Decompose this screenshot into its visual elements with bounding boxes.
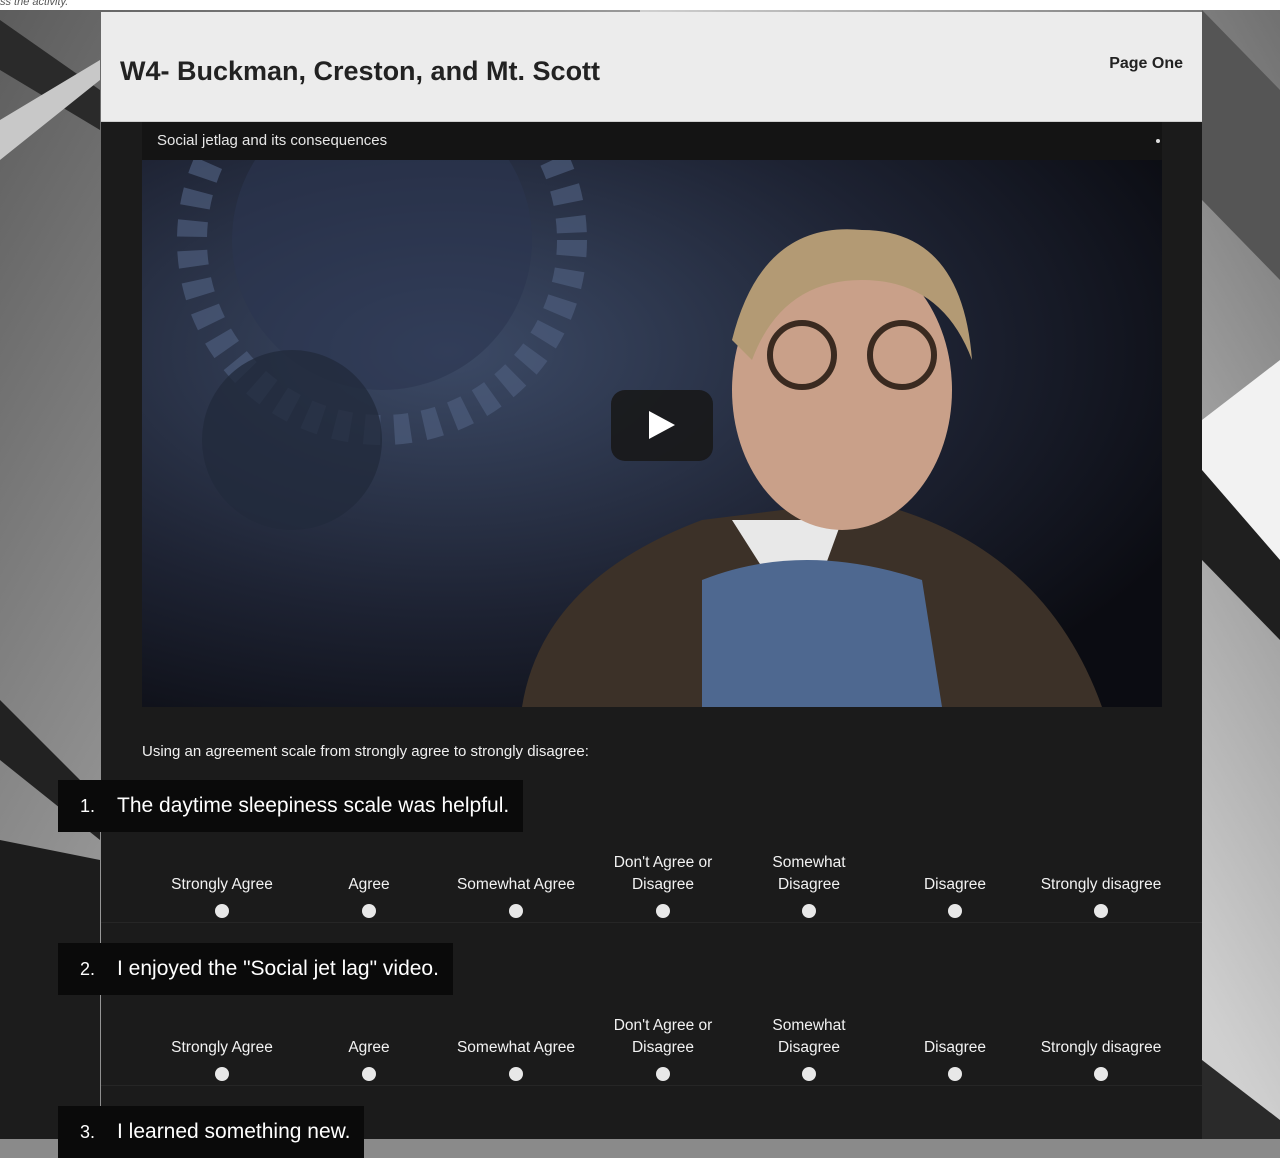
option-strongly-agree: Strongly Agree bbox=[152, 1005, 292, 1081]
option-label: Don't Agree or Disagree bbox=[613, 1017, 713, 1056]
option-somewhat-disagree: Somewhat Disagree bbox=[739, 842, 879, 918]
question-text: I learned something new. bbox=[117, 1120, 351, 1143]
instructions: Using an agreement scale from strongly a… bbox=[142, 743, 589, 760]
question-3: 3. I learned something new. bbox=[58, 1106, 365, 1158]
video-title[interactable]: Social jetlag and its consequences bbox=[157, 132, 387, 149]
option-label: Don't Agree or Disagree bbox=[613, 854, 713, 893]
radio-somewhat-agree[interactable] bbox=[509, 1067, 523, 1081]
question-1: 1. The daytime sleepiness scale was help… bbox=[58, 780, 524, 832]
option-strongly-disagree: Strongly disagree bbox=[1031, 1005, 1171, 1081]
radio-strongly-agree[interactable] bbox=[215, 904, 229, 918]
video-player[interactable]: Social jetlag and its consequences bbox=[142, 122, 1162, 707]
radio-somewhat-agree[interactable] bbox=[509, 904, 523, 918]
radio-somewhat-disagree[interactable] bbox=[802, 1067, 816, 1081]
question-number: 3. bbox=[79, 1121, 95, 1142]
radio-dont-agree-or-disagree[interactable] bbox=[656, 904, 670, 918]
question-text: I enjoyed the "Social jet lag" video. bbox=[117, 957, 439, 980]
option-somewhat-disagree: Somewhat Disagree bbox=[739, 1005, 879, 1081]
option-label: Strongly disagree bbox=[1040, 876, 1162, 893]
option-label: Somewhat Agree bbox=[456, 876, 576, 893]
radio-somewhat-disagree[interactable] bbox=[802, 904, 816, 918]
scale-row-2: Strongly Agree Agree Somewhat Agree Don'… bbox=[101, 1005, 1202, 1086]
option-label: Somewhat Agree bbox=[456, 1039, 576, 1056]
option-strongly-agree: Strongly Agree bbox=[152, 842, 292, 918]
play-button[interactable] bbox=[611, 390, 713, 461]
option-label: Agree bbox=[348, 1039, 390, 1056]
option-label: Strongly disagree bbox=[1040, 1039, 1162, 1056]
option-somewhat-agree: Somewhat Agree bbox=[446, 1005, 586, 1081]
option-agree: Agree bbox=[299, 1005, 439, 1081]
play-icon bbox=[649, 411, 675, 439]
option-somewhat-agree: Somewhat Agree bbox=[446, 842, 586, 918]
option-label: Disagree bbox=[923, 876, 987, 893]
top-strip: ss the activity. bbox=[0, 0, 1280, 10]
radio-disagree[interactable] bbox=[948, 1067, 962, 1081]
survey-title: W4- Buckman, Creston, and Mt. Scott bbox=[120, 56, 601, 86]
option-label: Somewhat Disagree bbox=[772, 1017, 846, 1056]
option-strongly-disagree: Strongly disagree bbox=[1031, 842, 1171, 918]
video-title-bar: Social jetlag and its consequences bbox=[142, 122, 1162, 160]
option-dont-agree-or-disagree: Don't Agree or Disagree bbox=[593, 1005, 733, 1081]
survey-header: W4- Buckman, Creston, and Mt. Scott Page… bbox=[101, 12, 1202, 122]
radio-agree[interactable] bbox=[362, 1067, 376, 1081]
radio-dont-agree-or-disagree[interactable] bbox=[656, 1067, 670, 1081]
radio-strongly-disagree[interactable] bbox=[1094, 904, 1108, 918]
survey-card: W4- Buckman, Creston, and Mt. Scott Page… bbox=[58, 12, 1202, 1158]
question-number: 1. bbox=[79, 795, 95, 816]
page-label: Page One bbox=[1109, 55, 1183, 72]
video-menu-dot[interactable] bbox=[1156, 139, 1160, 143]
option-agree: Agree bbox=[299, 842, 439, 918]
question-text: The daytime sleepiness scale was helpful… bbox=[117, 794, 510, 817]
option-label: Strongly Agree bbox=[171, 876, 273, 893]
option-label: Strongly Agree bbox=[171, 1039, 273, 1056]
option-disagree: Disagree bbox=[885, 1005, 1025, 1081]
radio-disagree[interactable] bbox=[948, 904, 962, 918]
option-dont-agree-or-disagree: Don't Agree or Disagree bbox=[593, 842, 733, 918]
top-note: ss the activity. bbox=[0, 0, 69, 8]
option-label: Disagree bbox=[923, 1039, 987, 1056]
question-2: 2. I enjoyed the "Social jet lag" video. bbox=[58, 943, 453, 995]
option-label: Agree bbox=[348, 876, 390, 893]
option-label: Somewhat Disagree bbox=[772, 854, 846, 893]
option-disagree: Disagree bbox=[885, 842, 1025, 918]
scale-row-1: Strongly Agree Agree Somewhat Agree Don'… bbox=[101, 842, 1202, 923]
radio-strongly-disagree[interactable] bbox=[1094, 1067, 1108, 1081]
radio-strongly-agree[interactable] bbox=[215, 1067, 229, 1081]
radio-agree[interactable] bbox=[362, 904, 376, 918]
question-number: 2. bbox=[79, 958, 95, 979]
